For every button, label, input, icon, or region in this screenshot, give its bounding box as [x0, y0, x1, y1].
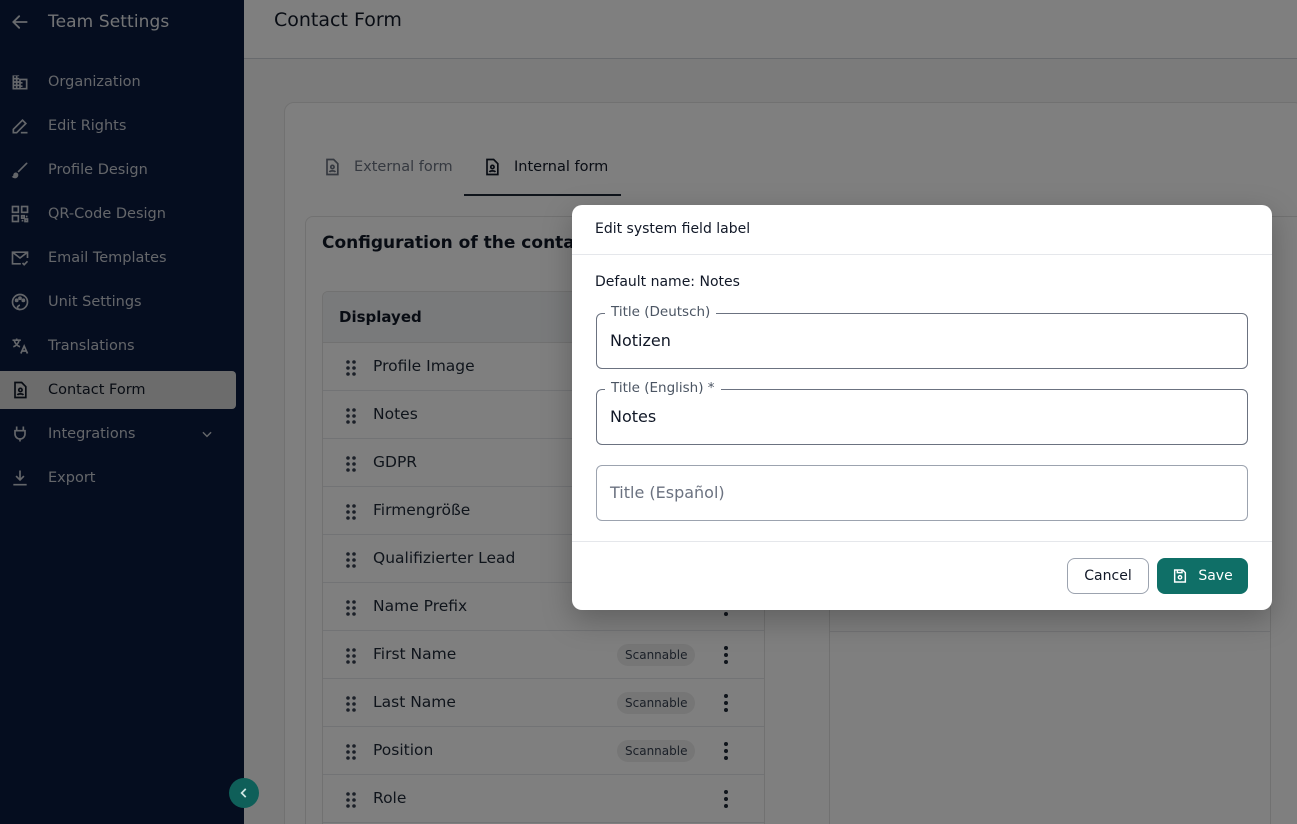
dialog-header: Edit system field label — [572, 205, 1272, 255]
field-placeholder: Title (Español) — [610, 483, 725, 502]
default-name-text: Default name: Notes — [595, 274, 740, 290]
save-button[interactable]: Save — [1157, 558, 1248, 594]
field-label: Title (Deutsch) — [605, 304, 717, 320]
save-button-label: Save — [1198, 568, 1233, 584]
field-value[interactable]: Notes — [610, 407, 656, 426]
dialog-title: Edit system field label — [595, 221, 751, 237]
title-deutsch-field[interactable]: Title (Deutsch) Notizen — [596, 304, 1248, 369]
field-label: Title (English) * — [605, 380, 721, 396]
edit-label-dialog: Edit system field label Default name: No… — [572, 205, 1272, 610]
title-english-field[interactable]: Title (English) * Notes — [596, 380, 1248, 445]
field-value[interactable]: Notizen — [610, 331, 671, 350]
cancel-button[interactable]: Cancel — [1067, 558, 1149, 594]
title-espanol-field[interactable]: Title (Español) — [596, 465, 1248, 521]
chevron-left-icon — [240, 788, 247, 798]
save-icon — [1174, 569, 1187, 583]
sidebar-collapse-button[interactable] — [229, 778, 259, 808]
dialog-footer-divider — [572, 541, 1272, 542]
